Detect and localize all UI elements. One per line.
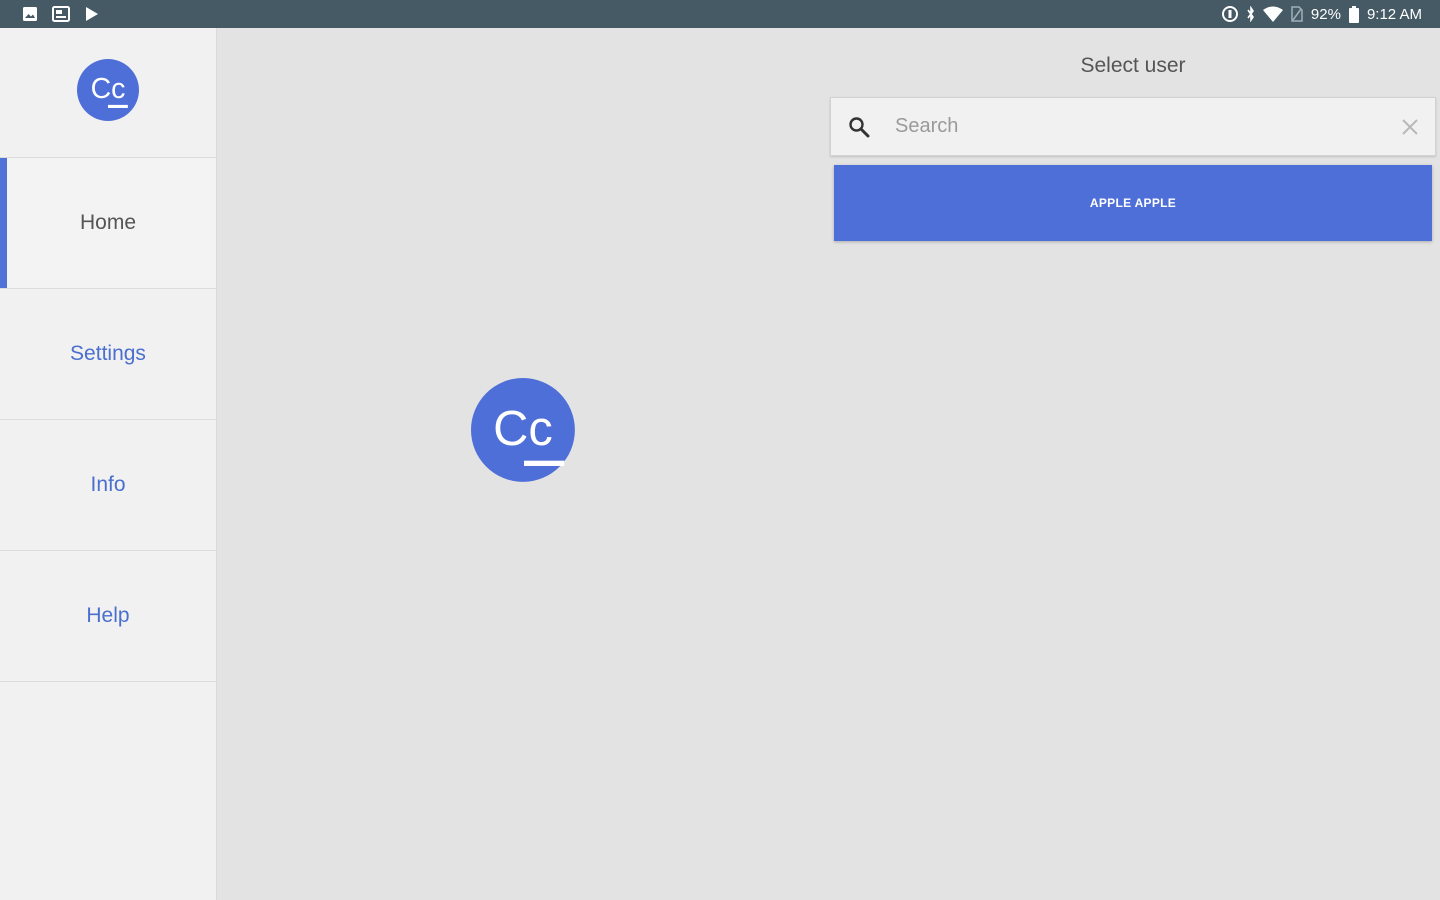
play-store-icon [84,6,100,22]
page-title: Select user [1080,54,1186,77]
center-logo: Cc [471,378,577,484]
status-bar-left [22,6,100,22]
status-bar-right: 92% 9:12 AM [1221,5,1422,23]
sidebar-logo: Cc [0,28,216,158]
wifi-icon [1262,6,1283,22]
sidebar-item-label: Help [86,604,130,627]
sidebar-item-label: Settings [70,342,146,365]
search-input[interactable] [893,114,1399,139]
sidebar-item-settings[interactable]: Settings [0,289,216,420]
status-bar: 92% 9:12 AM [0,0,1440,28]
svg-text:Cc: Cc [91,73,126,105]
svg-text:Cc: Cc [493,402,553,456]
cc-logo-icon: Cc [471,378,577,488]
cc-logo-icon: Cc [77,59,139,126]
search-icon [847,115,871,139]
user-select-button[interactable]: APPLE APPLE [834,165,1432,241]
sidebar-item-help[interactable]: Help [0,551,216,682]
no-sim-icon [1291,6,1303,22]
sidebar-item-info[interactable]: Info [0,420,216,551]
status-time: 9:12 AM [1366,5,1422,23]
bluetooth-icon [1247,6,1255,22]
sync-icon [1221,5,1239,23]
close-icon[interactable] [1399,116,1421,138]
gallery-icon [52,6,70,22]
sidebar-item-home[interactable]: Home [0,158,216,289]
battery-percent: 92% [1310,5,1341,23]
sidebar-item-label: Home [79,211,137,234]
image-icon [22,6,38,22]
sidebar-item-label: Info [90,473,126,496]
sidebar: Cc Home Settings Info Help [0,28,217,900]
battery-icon [1348,5,1359,23]
search-bar [830,97,1436,156]
